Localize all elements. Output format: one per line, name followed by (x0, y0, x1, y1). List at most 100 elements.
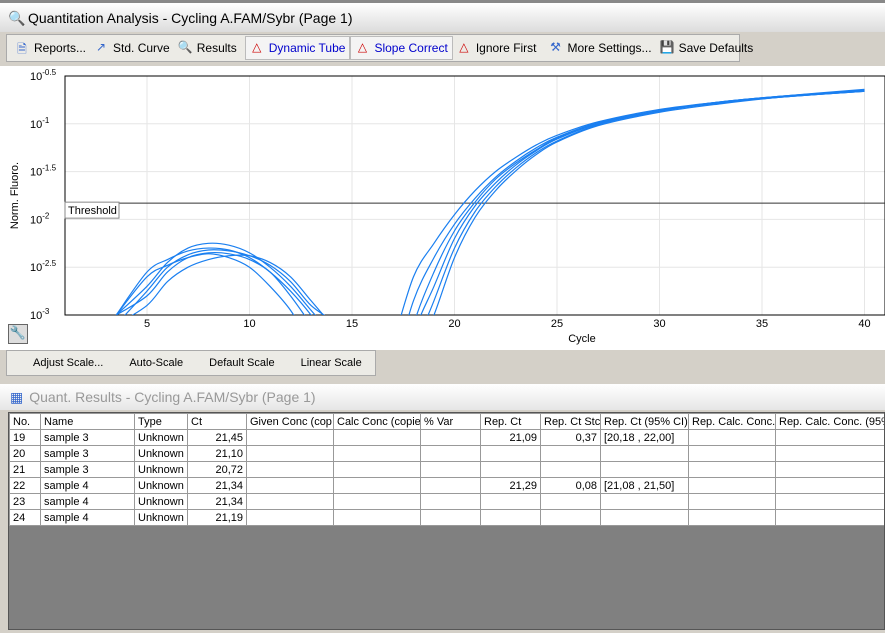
header-row: No. Name Type Ct Given Conc (cop Calc Conc (c… (9, 413, 884, 430)
table-cell (333, 493, 421, 510)
table-cell: Unknown (134, 429, 188, 446)
column-header[interactable]: Rep. Ct (480, 413, 541, 430)
table-cell: 19 (9, 429, 41, 446)
x-tick-label: 10 (243, 318, 255, 330)
table-row[interactable]: 24 sample 4 Unknown 21,19 (9, 509, 884, 526)
table-row[interactable]: 19 sample 3 Unknown 21,45 21,09 0,37 [20,18 , … (9, 429, 884, 446)
column-header[interactable]: Rep. Calc. Conc. (688, 413, 776, 430)
wrench-icon[interactable]: 🔧 (8, 324, 28, 344)
results-button[interactable]: 🔍 Results (174, 36, 241, 60)
table-cell: 20 (9, 445, 41, 462)
dynamic-tube-button[interactable]: △ Dynamic Tube (244, 36, 351, 60)
column-header[interactable]: Name (40, 413, 135, 430)
table-cell (333, 509, 421, 526)
toolbar-label: Results (196, 41, 237, 55)
column-header[interactable]: Rep. Ct (95% CI) (600, 413, 689, 430)
results-title: Quant. Results - Cycling A.FAM/Sybr (Pag… (29, 389, 316, 405)
table-cell (246, 493, 334, 510)
table-cell: 21,19 (187, 509, 247, 526)
table-cell (333, 461, 421, 478)
ignore-first-button[interactable]: △ Ignore First (453, 36, 541, 60)
y-tick-label: 10-2.5 (30, 259, 57, 274)
table-cell: 22 (9, 477, 41, 494)
slope-correct-button[interactable]: △ Slope Correct (350, 36, 453, 60)
table-cell: sample 3 (40, 461, 135, 478)
bar-chart-icon: ▦ (10, 388, 24, 405)
table-cell: 21,10 (187, 445, 247, 462)
table-cell (688, 477, 776, 494)
std-curve-button[interactable]: ↗ Std. Curve (90, 36, 174, 60)
y-tick-label: 10-0.5 (30, 68, 57, 83)
column-header[interactable]: Given Conc (cop (246, 413, 334, 430)
table-cell (600, 445, 689, 462)
column-header[interactable]: Ct (187, 413, 247, 430)
amplification-plot: 5 10 15 20 25 30 35 40 10-0.5 10-1 10-1.5 10-2 10-2.… (0, 66, 885, 350)
report-icon: 🗎 (17, 42, 27, 56)
table-cell: 21,29 (480, 477, 541, 494)
x-tick-label: 30 (653, 318, 665, 330)
adjust-scale-button[interactable]: Adjust Scale... (7, 357, 115, 369)
std-curve-icon: ↗ (96, 40, 107, 54)
table-cell: sample 4 (40, 477, 135, 494)
table-cell (480, 461, 541, 478)
table-row[interactable]: 22 sample 4 Unknown 21,34 21,29 0,08 [21,08 , … (9, 477, 884, 494)
table-cell (420, 477, 481, 494)
table-row[interactable]: 21 sample 3 Unknown 20,72 (9, 461, 884, 478)
y-tick-label: 10-3 (30, 307, 50, 322)
table-cell (246, 477, 334, 494)
toolbar-label: Slope Correct (374, 41, 448, 55)
column-header[interactable]: Type (134, 413, 188, 430)
table-cell (775, 429, 884, 446)
table-cell (480, 509, 541, 526)
dynamic-tube-icon: △ (252, 40, 262, 54)
hump-curve (115, 253, 295, 315)
y-tick-label: 10-1 (30, 116, 50, 131)
table-cell: sample 3 (40, 429, 135, 446)
save-defaults-button[interactable]: 💾 Save Defaults (656, 36, 758, 60)
y-tick-label: 10-1.5 (30, 164, 57, 179)
table-cell (688, 493, 776, 510)
x-axis-label: Cycle (568, 333, 596, 345)
column-header[interactable]: Calc Conc (copie (333, 413, 421, 430)
table-cell: Unknown (134, 461, 188, 478)
default-scale-button[interactable]: Default Scale (195, 357, 286, 369)
table-row[interactable]: 20 sample 3 Unknown 21,10 (9, 445, 884, 462)
table-cell (600, 461, 689, 478)
table-cell (540, 445, 601, 462)
scale-toolbar: Adjust Scale... Auto-Scale Default Scale… (6, 350, 376, 376)
auto-scale-button[interactable]: Auto-Scale (115, 357, 195, 369)
table-cell (246, 445, 334, 462)
table-cell: 21,34 (187, 493, 247, 510)
table-cell: 24 (9, 509, 41, 526)
ignore-first-icon: △ (459, 40, 469, 54)
table-cell (246, 509, 334, 526)
amplification-curve (408, 89, 865, 315)
amplification-curve (420, 90, 865, 315)
table-cell (420, 461, 481, 478)
table-cell: sample 4 (40, 509, 135, 526)
table-cell (688, 461, 776, 478)
toolbar-label: More Settings... (567, 41, 652, 55)
table-cell: 23 (9, 493, 41, 510)
threshold-label: Threshold (68, 205, 117, 217)
reports-button[interactable]: 🗎 Reports... (11, 36, 90, 60)
column-header[interactable]: Rep. Calc. Conc. (95% (775, 413, 884, 430)
more-settings-button[interactable]: ⚒ More Settings... (545, 36, 656, 60)
table-cell: sample 4 (40, 493, 135, 510)
table-cell (420, 509, 481, 526)
table-row[interactable]: 23 sample 4 Unknown 21,34 (9, 493, 884, 510)
table-cell (246, 429, 334, 446)
table-cell (600, 493, 689, 510)
column-header[interactable]: % Var (420, 413, 481, 430)
column-header[interactable]: No. (9, 413, 41, 430)
table-cell (775, 461, 884, 478)
column-header[interactable]: Rep. Ct Stc (540, 413, 601, 430)
table-cell (688, 445, 776, 462)
linear-scale-button[interactable]: Linear Scale (287, 357, 374, 369)
results-table: No. Name Type Ct Given Conc (cop Calc Conc (c… (9, 413, 884, 526)
results-grid[interactable]: No. Name Type Ct Given Conc (cop Calc Conc (c… (8, 412, 885, 630)
table-cell (688, 429, 776, 446)
table-cell (775, 477, 884, 494)
table-cell (540, 509, 601, 526)
table-cell: 21,09 (480, 429, 541, 446)
